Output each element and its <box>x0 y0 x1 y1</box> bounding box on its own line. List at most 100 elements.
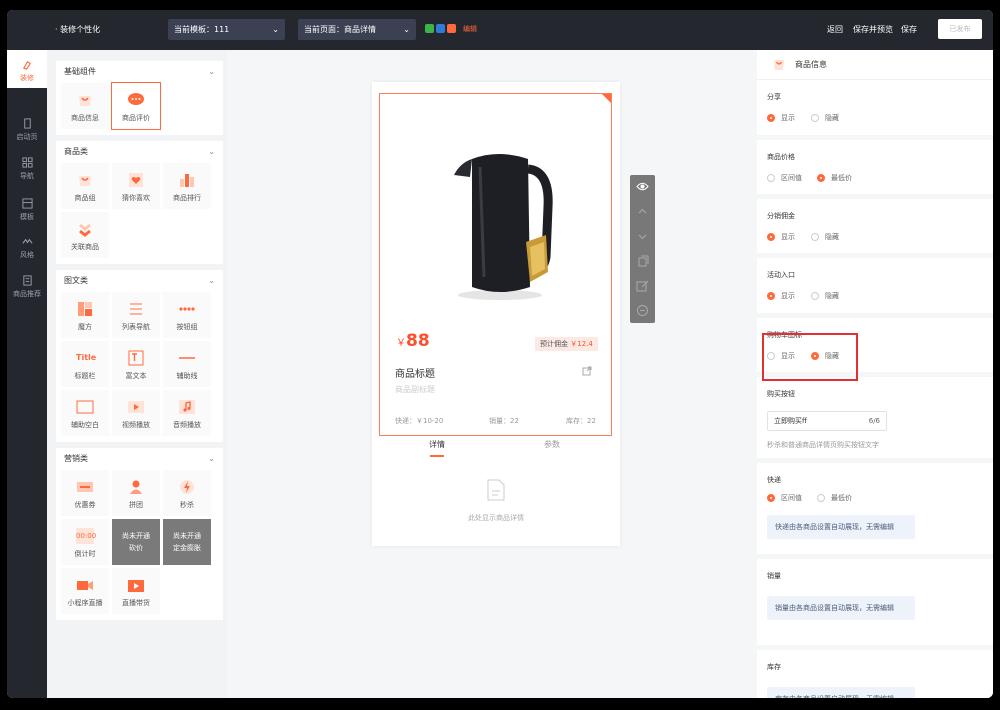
save-preview-button[interactable]: 保存并预览 <box>853 24 893 35</box>
share-show-radio[interactable]: 显示 <box>767 114 795 123</box>
product-price: ￥88 <box>396 331 430 351</box>
component-countdown[interactable]: 00:00 倒计时 <box>61 519 109 565</box>
section-title: 购买按钮 <box>767 390 795 398</box>
cube-icon <box>78 302 92 316</box>
commission-hide-radio[interactable]: 隐藏 <box>811 233 839 242</box>
price-symbol: ￥ <box>396 338 406 349</box>
save-button[interactable]: 保存 <box>901 24 917 35</box>
tab-params[interactable]: 参数 <box>544 439 560 450</box>
cart-icon-highlight-box <box>762 333 858 381</box>
section-sales: 销量 销量由各商品设置自动展现，无需编辑 <box>757 559 993 650</box>
component-live-selling[interactable]: 直播带货 <box>112 568 160 614</box>
rail-item-launch[interactable]: 启动页 <box>7 118 47 142</box>
activity-show-radio[interactable]: 显示 <box>767 292 795 301</box>
group-basic: 基础组件 ⌄ 商品信息 商品评价 <box>56 61 223 135</box>
page-select-value: 当前页面：商品详情 <box>304 25 376 34</box>
chevron-down-icon[interactable] <box>636 230 649 243</box>
price-value: 88 <box>406 331 430 351</box>
component-magic-cube[interactable]: 魔方 <box>61 292 109 338</box>
list-icon <box>22 275 32 286</box>
chevron-down-icon: ⌄ <box>208 276 215 285</box>
block-toolbar <box>630 175 655 323</box>
canvas-area: ￥88 预计佣金 ￥12.4 商品标题 商品副标题 快递：￥10-20 销量：2… <box>227 50 757 698</box>
char-count: 6/6 <box>868 417 880 425</box>
component-label: 辅助空白 <box>71 421 99 429</box>
component-product-info[interactable]: 商品信息 <box>61 83 109 129</box>
template-select-value: 当前模板：111 <box>174 25 230 34</box>
component-video[interactable]: 视频播放 <box>112 390 160 436</box>
eye-icon[interactable] <box>636 180 649 193</box>
share-icon[interactable] <box>582 366 592 376</box>
component-label: 视频播放 <box>122 421 150 429</box>
group-header[interactable]: 商品类 ⌄ <box>56 141 223 163</box>
app-title: · 装修个性化 <box>55 25 101 34</box>
edit-link[interactable]: 编辑 <box>463 24 477 34</box>
group-header[interactable]: 图文类 ⌄ <box>56 270 223 292</box>
group-graphic: 图文类 ⌄ 魔方 列表导航 按钮组 Title 标题栏 富文本 辅助线 辅助空白… <box>56 270 223 442</box>
section-buy-button: 购买按钮 立即购买ff 6/6 秒杀和普通商品详情页购买按钮文字 <box>757 377 993 463</box>
delete-corner-icon[interactable] <box>602 94 611 103</box>
component-label: 商品排行 <box>173 194 201 202</box>
tab-detail[interactable]: 详情 <box>429 439 445 450</box>
group-title: 营销类 <box>64 454 88 463</box>
shipping-range-radio[interactable]: 区间值 <box>767 494 802 503</box>
component-rich-text[interactable]: 富文本 <box>112 341 160 387</box>
component-product-group[interactable]: 商品组 <box>61 163 109 209</box>
section-stock: 库存 库存由各商品设置自动展现，无需编辑 <box>757 650 993 698</box>
component-label: 标题栏 <box>74 372 96 380</box>
template-select[interactable]: 当前模板：111 ⌄ <box>168 19 285 40</box>
component-guess-like[interactable]: 猜你喜欢 <box>112 163 160 209</box>
group-header[interactable]: 基础组件 ⌄ <box>56 61 223 83</box>
rail-item-nav[interactable]: 导航 <box>7 157 47 181</box>
group-header[interactable]: 营销类 ⌄ <box>56 448 223 470</box>
tv-icon <box>128 580 144 592</box>
commission-show-radio[interactable]: 显示 <box>767 233 795 242</box>
rail-item-label: 模板 <box>20 213 34 221</box>
chevron-up-icon[interactable] <box>636 205 649 218</box>
price-range-radio[interactable]: 区间值 <box>767 174 802 183</box>
back-button[interactable]: 返回 <box>827 24 843 35</box>
buy-button-text-input[interactable]: 立即购买ff 6/6 <box>767 411 887 431</box>
group-title: 商品类 <box>64 147 88 156</box>
component-title-bar[interactable]: Title 标题栏 <box>61 341 109 387</box>
component-library: 基础组件 ⌄ 商品信息 商品评价 商品类 ⌄ 商品组 猜你喜欢 商品排行 关联商… <box>47 50 227 698</box>
component-button-group[interactable]: 按钮组 <box>163 292 211 338</box>
rail-item-label: 启动页 <box>16 133 38 141</box>
price-lowest-radio[interactable]: 最低价 <box>817 174 852 183</box>
component-flash-sale[interactable]: 秒杀 <box>163 470 211 516</box>
component-label: 猜你喜欢 <box>122 194 150 202</box>
shipping-lowest-radio[interactable]: 最低价 <box>817 494 852 503</box>
component-audio[interactable]: 音频播放 <box>163 390 211 436</box>
delete-icon[interactable] <box>636 304 649 317</box>
bag-icon <box>79 176 91 186</box>
dots-icon <box>179 307 195 311</box>
copy-icon[interactable] <box>636 255 649 268</box>
product-title: 商品标题 <box>395 369 435 380</box>
component-blank-space[interactable]: 辅助空白 <box>61 390 109 436</box>
miniprogram-icon <box>436 24 445 33</box>
commission-tag: 预计佣金 ￥12.4 <box>535 337 598 351</box>
component-list-nav[interactable]: 列表导航 <box>112 292 160 338</box>
rail-item-style[interactable]: 风格 <box>7 236 47 260</box>
rail-item-decorate[interactable]: 装修 <box>7 50 47 88</box>
rail-item-recommend[interactable]: 商品推荐 <box>7 275 47 299</box>
section-title: 分享 <box>767 93 781 101</box>
product-info-block[interactable]: ￥88 预计佣金 ￥12.4 商品标题 商品副标题 快递：￥10-20 销量：2… <box>379 93 612 436</box>
component-product-rank[interactable]: 商品排行 <box>163 163 211 209</box>
component-related-product[interactable]: 关联商品 <box>61 212 109 258</box>
component-product-review[interactable]: 商品评价 <box>111 82 161 130</box>
rail-item-template[interactable]: 模板 <box>7 198 47 222</box>
component-status: 尚未开通 <box>173 532 201 540</box>
component-label: 商品评价 <box>122 114 150 122</box>
share-hide-radio[interactable]: 隐藏 <box>811 114 839 123</box>
page-select[interactable]: 当前页面：商品详情 ⌄ <box>298 19 416 40</box>
component-group-buy[interactable]: 拼团 <box>112 470 160 516</box>
activity-hide-radio[interactable]: 隐藏 <box>811 292 839 301</box>
buy-button-hint: 秒杀和普通商品详情页购买按钮文字 <box>767 441 879 449</box>
component-mini-live[interactable]: 小程序直播 <box>61 568 109 614</box>
component-coupon[interactable]: 优惠券 <box>61 470 109 516</box>
phone-preview: ￥88 预计佣金 ￥12.4 商品标题 商品副标题 快递：￥10-20 销量：2… <box>372 82 620 546</box>
export-icon[interactable] <box>636 280 649 293</box>
publish-button[interactable]: 已发布 <box>938 19 982 39</box>
component-divider-line[interactable]: 辅助线 <box>163 341 211 387</box>
